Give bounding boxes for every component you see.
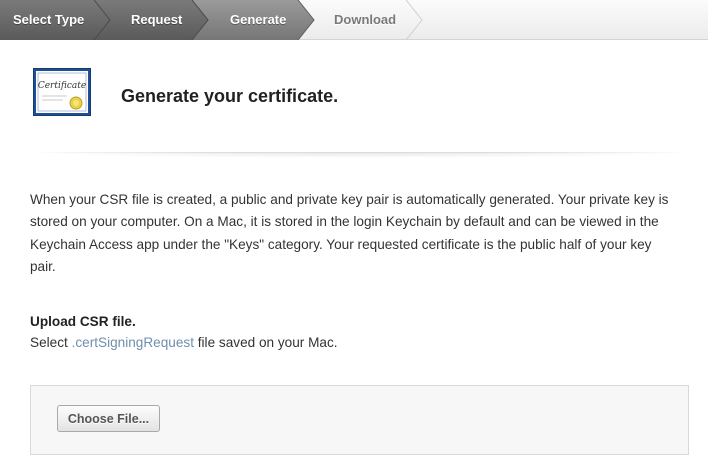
step-separator [405,0,423,40]
step-request: Request [131,12,183,27]
upload-hint-after: file saved on your Mac. [193,335,338,350]
step-generate: Generate [230,12,287,27]
step-download: Download [334,12,397,27]
upload-heading: Upload CSR file. [30,314,136,329]
certificate-icon-text: Certificate [38,81,86,91]
upload-hint-before: Select [30,335,72,350]
step-select-type: Select Type [13,12,85,27]
upload-hint: Select .certSigningRequest file saved on… [30,335,338,350]
certificate-icon: Certificate [33,68,91,116]
file-upload-panel: Choose File... [30,385,689,455]
description-text: When your CSR file is created, a public … [30,192,669,275]
divider [30,152,690,153]
page-title: Generate your certificate. [121,86,339,106]
choose-file-button[interactable]: Choose File... [57,405,160,432]
file-extension: .certSigningRequest [71,335,194,350]
wizard-steps-bar: Select Type Request Generate Download [0,0,708,40]
